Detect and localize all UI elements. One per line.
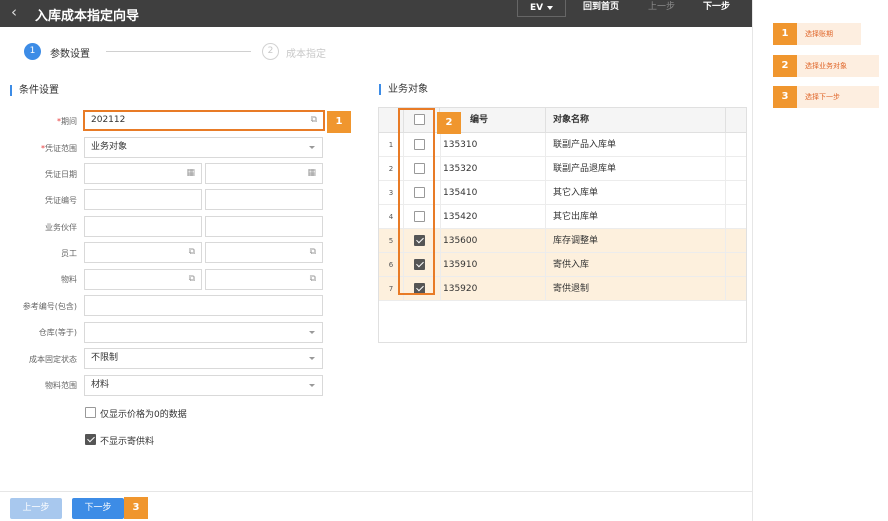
row-code: 135910 — [443, 260, 478, 270]
voucher-no-to[interactable] — [205, 189, 323, 210]
ref-no-label: 参考编号(包含) — [22, 302, 77, 311]
warehouse-select[interactable] — [84, 322, 323, 343]
ev-label: EV — [529, 3, 544, 13]
row-code: 135310 — [443, 140, 478, 150]
chevron-down-icon — [309, 331, 315, 334]
only-zero-price-checkbox[interactable] — [85, 407, 96, 418]
step-1-circle: 1 — [24, 43, 41, 60]
row-name: 寄供退制 — [553, 284, 590, 294]
step-connector — [106, 51, 251, 52]
help-step-text: 选择业务对象 — [805, 62, 847, 70]
voucher-date-from[interactable]: ▦ — [84, 163, 202, 184]
only-zero-price-label: 仅显示价格为0的数据 — [100, 410, 187, 420]
footer-prev-button[interactable]: 上一步 — [10, 498, 62, 519]
chevron-left-icon[interactable]: ‹ — [11, 3, 17, 21]
step-2-label: 成本指定 — [286, 49, 326, 60]
cost-fixed-select[interactable]: 不限制 — [84, 348, 323, 369]
partner-from[interactable] — [84, 216, 202, 237]
voucher-date-label: 凭证日期 — [45, 170, 77, 179]
lookup-icon[interactable]: ⧉ — [310, 243, 316, 262]
help-step-text: 选择账期 — [805, 30, 833, 38]
lookup-icon[interactable]: ⧉ — [310, 270, 316, 289]
period-field[interactable]: 202112 ⧉ — [83, 110, 325, 131]
calendar-icon[interactable]: ▦ — [186, 164, 195, 183]
material-scope-value: 材料 — [91, 380, 110, 390]
row-code: 135320 — [443, 164, 478, 174]
checkbox-column-highlight — [398, 108, 435, 295]
material-scope-label: 物料范围 — [45, 381, 77, 390]
row-name: 寄供入库 — [553, 260, 590, 270]
lookup-icon[interactable]: ⧉ — [189, 243, 195, 262]
lookup-icon[interactable]: ⧉ — [311, 112, 317, 129]
help-step-1: 1 选择账期 — [773, 23, 861, 45]
step-2-circle: 2 — [262, 43, 279, 60]
chevron-down-icon — [309, 384, 315, 387]
lookup-icon[interactable]: ⧉ — [189, 270, 195, 289]
row-code: 135920 — [443, 284, 478, 294]
help-step-text: 选择下一步 — [805, 93, 840, 101]
warehouse-label: 仓库(等于) — [38, 328, 77, 337]
help-step-number: 3 — [773, 86, 797, 108]
material-scope-select[interactable]: 材料 — [84, 375, 323, 396]
header-next-button[interactable]: 下一步 — [703, 0, 730, 14]
row-code: 135600 — [443, 236, 478, 246]
callout-badge-2: 2 — [437, 112, 461, 134]
header-prev-button[interactable]: 上一步 — [648, 0, 675, 14]
partner-label: 业务伙伴 — [45, 223, 77, 232]
material-from[interactable]: ⧉ — [84, 269, 202, 290]
voucher-scope-value: 业务对象 — [91, 142, 128, 152]
row-name: 联副产品退库单 — [553, 164, 617, 174]
name-header: 对象名称 — [546, 108, 726, 133]
step-1-label: 参数设置 — [50, 49, 90, 60]
partner-to[interactable] — [205, 216, 323, 237]
voucher-scope-label: *凭证范围 — [41, 144, 77, 153]
ref-no-input[interactable] — [84, 295, 323, 316]
employee-label: 员工 — [61, 249, 77, 258]
help-step-number: 1 — [773, 23, 797, 45]
page-title: 入库成本指定向导 — [35, 9, 140, 24]
callout-badge-3: 3 — [124, 497, 148, 519]
voucher-date-to[interactable]: ▦ — [205, 163, 323, 184]
footer-divider — [0, 491, 752, 492]
material-to[interactable]: ⧉ — [205, 269, 323, 290]
employee-from[interactable]: ⧉ — [84, 242, 202, 263]
help-step-2: 2 选择业务对象 — [773, 55, 879, 77]
calendar-icon[interactable]: ▦ — [307, 164, 316, 183]
help-panel-divider — [752, 0, 753, 521]
employee-to[interactable]: ⧉ — [205, 242, 323, 263]
hide-consigned-checkbox[interactable] — [85, 434, 96, 445]
row-code: 135410 — [443, 188, 478, 198]
voucher-no-from[interactable] — [84, 189, 202, 210]
row-name: 库存调整单 — [553, 236, 599, 246]
top-bar: ‹ 入库成本指定向导 EV 回到首页 上一步 下一步 — [0, 0, 752, 27]
column-divider — [440, 133, 441, 301]
callout-badge-1: 1 — [327, 111, 351, 133]
business-objects-title: 业务对象 — [379, 84, 428, 95]
row-name: 其它出库单 — [553, 212, 599, 222]
cost-fixed-value: 不限制 — [91, 353, 119, 363]
chevron-down-icon — [309, 357, 315, 360]
ev-dropdown[interactable]: EV — [517, 0, 566, 17]
row-name: 其它入库单 — [553, 188, 599, 198]
cost-fixed-label: 成本固定状态 — [29, 355, 77, 364]
home-link[interactable]: 回到首页 — [583, 0, 619, 14]
help-step-number: 2 — [773, 55, 797, 77]
material-label: 物料 — [61, 275, 77, 284]
hide-consigned-label: 不显示寄供料 — [100, 437, 155, 447]
caret-down-icon — [547, 5, 554, 10]
column-divider — [545, 133, 546, 301]
column-divider — [725, 133, 726, 301]
footer-next-button[interactable]: 下一步 — [72, 498, 124, 519]
row-name: 联副产品入库单 — [553, 140, 617, 150]
period-label: *期间 — [57, 117, 77, 126]
help-step-3: 3 选择下一步 — [773, 86, 879, 108]
chevron-down-icon — [309, 146, 315, 149]
voucher-no-label: 凭证编号 — [45, 196, 77, 205]
row-code: 135420 — [443, 212, 478, 222]
conditions-title: 条件设置 — [10, 85, 59, 96]
period-value: 202112 — [91, 115, 126, 125]
voucher-scope-select[interactable]: 业务对象 — [84, 137, 323, 158]
